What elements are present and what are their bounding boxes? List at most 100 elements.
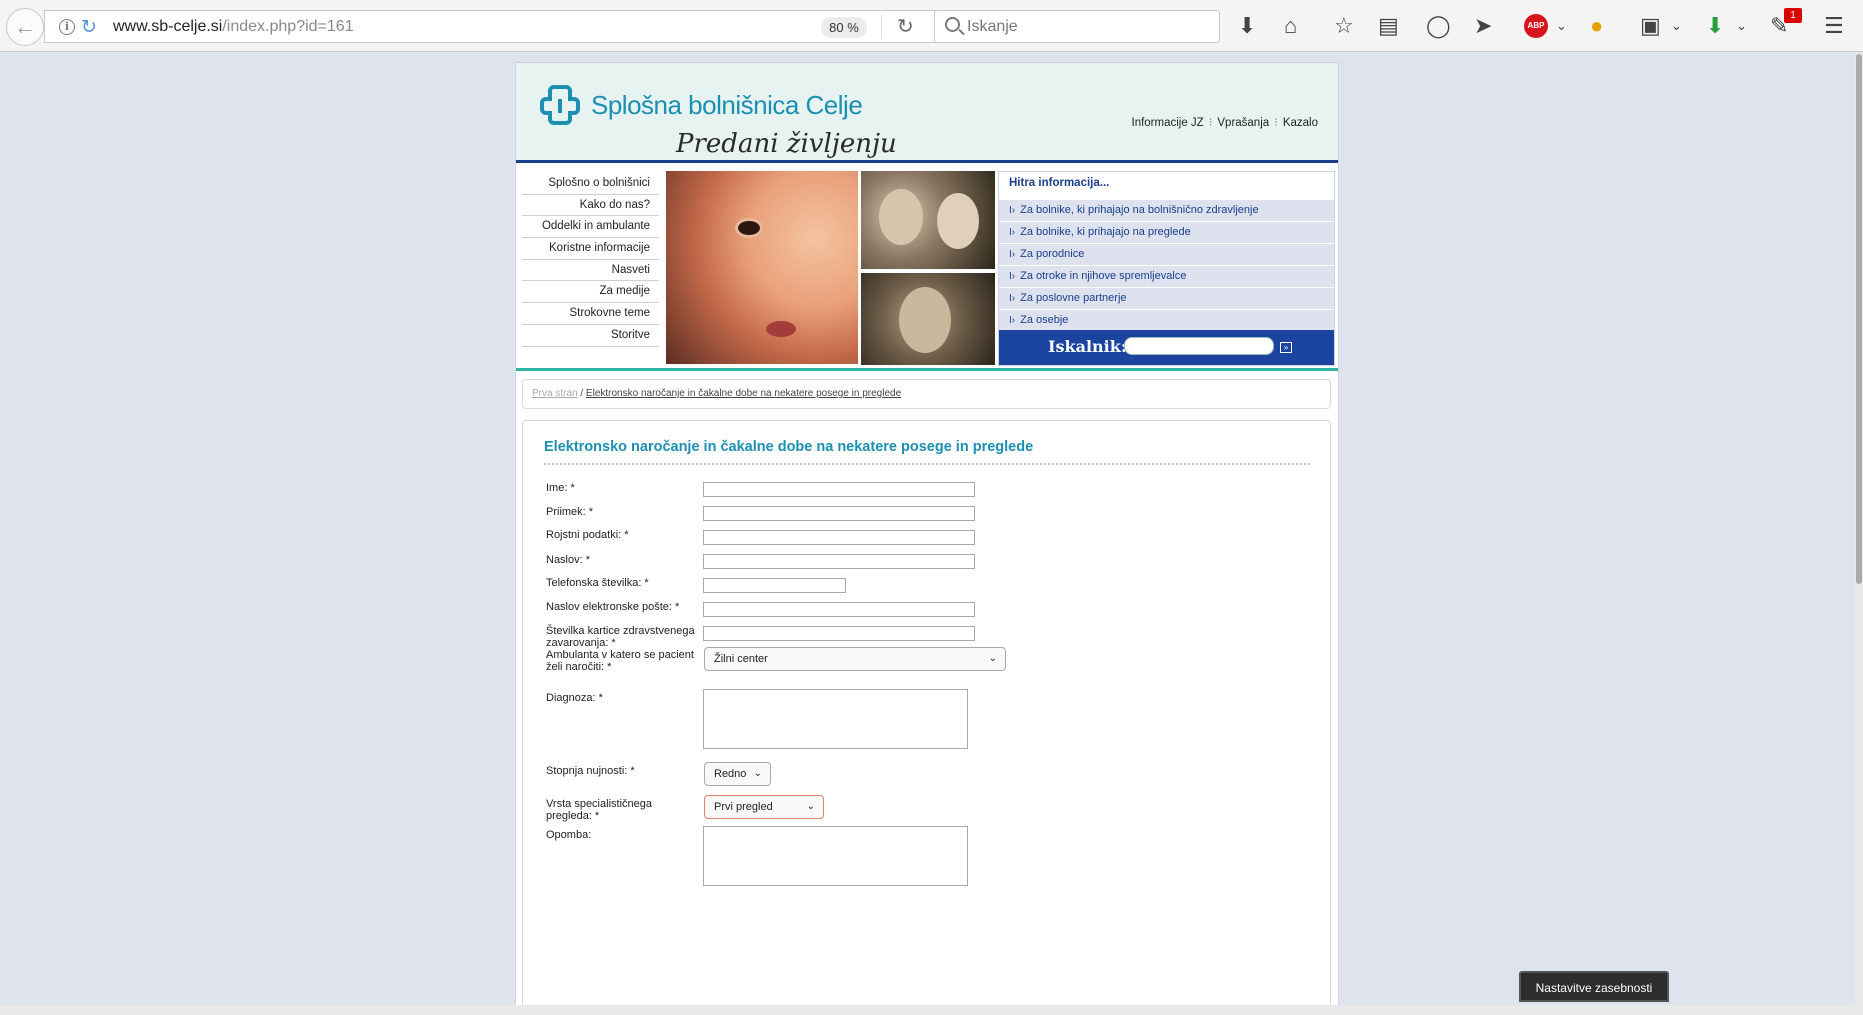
top-nav-separator: ⁝ [1274,117,1278,129]
quick-info-item-label: Za osebje [1020,314,1069,326]
nav-item-departments[interactable]: Oddelki in ambulante [522,216,659,239]
quick-info-item[interactable]: I› Za otroke in njihove spremljevalce [999,265,1334,287]
exam-type-select-value: Prvi pregled [714,801,773,813]
nav-item-professional[interactable]: Strokovne teme [522,303,659,325]
arrow-icon: I› [1009,205,1016,216]
privacy-settings-button[interactable]: Nastavitve zasebnosti [1519,971,1669,1002]
chevron-down-icon: ⌄ [988,653,997,664]
breadcrumb-current[interactable]: Elektronsko naročanje in čakalne dobe na… [586,388,901,399]
chevron-down-icon: ⌄ [753,768,762,779]
address-bar[interactable]: i ↻ www.sb-celje.si/index.php?id=161 80 … [44,10,939,43]
quick-info-title: Hitra informacija... [999,172,1334,199]
nav-item-useful-info[interactable]: Koristne informacije [522,238,659,260]
top-nav-info[interactable]: Informacije JZ [1132,117,1204,129]
extension-icon[interactable]: ● [1590,12,1603,40]
note-textarea[interactable] [703,826,968,886]
last-name-label: Priimek: * [546,506,594,518]
download-manager-dropdown-icon[interactable]: ⌄ [1736,12,1747,40]
quick-info-panel: Hitra informacija... I› Za bolnike, ki pr… [998,171,1335,366]
phone-field[interactable] [703,578,846,593]
top-nav-questions[interactable]: Vprašanja [1217,117,1269,129]
left-navigation: Splošno o bolnišnici Kako do nas? Oddelk… [522,173,659,347]
address-field[interactable] [703,554,975,569]
clinic-select[interactable]: Žilni center ⌄ [704,647,1006,671]
site-header: Splošna bolnišnica Celje Predani življen… [516,63,1338,163]
nav-item-directions[interactable]: Kako do nas? [522,195,659,217]
phone-label: Telefonska številka: * [546,577,649,589]
nav-item-advice[interactable]: Nasveti [522,260,659,282]
page-container: Splošna bolnišnica Celje Predani življen… [515,62,1339,1015]
clinic-select-value: Žilni center [714,653,768,665]
email-field[interactable] [703,602,975,617]
address-label: Naslov: * [546,554,591,566]
home-icon[interactable]: ⌂ [1284,12,1297,40]
menu-icon[interactable]: ☰ [1824,12,1844,40]
last-name-field[interactable] [703,506,975,521]
page-title: Elektronsko naročanje in čakalne dobe na… [544,439,1034,455]
top-nav-index[interactable]: Kazalo [1283,117,1318,129]
download-icon[interactable]: ⬇ [1238,12,1256,40]
quick-info-item[interactable]: I› Za osebje [999,309,1334,331]
top-navigation: Informacije JZ ⁝ Vprašanja ⁝ Kazalo [1132,115,1319,129]
nav-item-services[interactable]: Storitve [522,325,659,347]
urgency-select[interactable]: Redno ⌄ [704,762,771,786]
site-search-input[interactable] [1124,337,1274,355]
reading-list-icon[interactable]: ▤ [1378,12,1399,40]
site-tagline: Predani življenju [676,129,897,159]
quick-info-item-label: Za bolnike, ki prihajajo na preglede [1020,226,1191,238]
birth-data-field[interactable] [703,530,975,545]
abp-dropdown-icon[interactable]: ⌄ [1556,12,1567,40]
photo-detail [899,287,951,353]
reload-icon[interactable]: ↻ [897,14,914,39]
download-manager-icon[interactable]: ⬇ [1706,12,1724,40]
pocket-icon[interactable]: ◯ [1426,12,1451,40]
baby-photo [666,171,858,364]
vertical-scrollbar[interactable] [1855,52,1863,1015]
search-placeholder: Iskanje [967,18,1018,35]
quick-info-item-label: Za poslovne partnerje [1020,292,1127,304]
diagnosis-textarea[interactable] [703,689,968,749]
site-search: Iskalnik: » [999,330,1334,365]
loading-icon: ↻ [81,17,97,38]
couple-photo [861,171,995,269]
quick-info-item-label: Za porodnice [1020,248,1085,260]
adblock-icon[interactable]: ABP [1524,14,1548,38]
site-logo-text[interactable]: Splošna bolnišnica Celje [591,90,863,121]
zoom-indicator[interactable]: 80 % [821,17,867,38]
note-label: Opomba: [546,829,592,841]
send-icon[interactable]: ➤ [1474,12,1492,40]
bottom-bar [0,1005,1863,1015]
insurance-card-field[interactable] [703,626,975,641]
clipboard-icon[interactable]: ▣ [1640,12,1661,40]
site-search-label: Iskalnik: [1048,337,1127,356]
quick-info-item[interactable]: I› Za bolnike, ki prihajajo na bolnišničn… [999,199,1334,221]
search-go-icon[interactable]: » [1280,342,1292,353]
quick-info-item[interactable]: I› Za porodnice [999,243,1334,265]
back-button[interactable]: ← [6,8,44,46]
site-info-icon[interactable]: i [59,19,75,35]
quick-info-item[interactable]: I› Za bolnike, ki prihajajo na preglede [999,221,1334,243]
exam-type-label: Vrsta specialističnega pregleda: * [546,798,652,822]
hospital-logo-icon[interactable] [538,83,582,127]
first-name-field[interactable] [703,482,975,497]
url-separator [881,15,882,39]
birth-data-label: Rojstni podatki: * [546,529,629,541]
bookmark-star-icon[interactable]: ☆ [1334,12,1354,40]
search-bar[interactable]: Iskanje [934,10,1220,43]
breadcrumb-home[interactable]: Prva stran [532,388,578,399]
exam-type-select[interactable]: Prvi pregled ⌄ [704,795,824,819]
diagnosis-label: Diagnoza: * [546,692,603,704]
clipboard-dropdown-icon[interactable]: ⌄ [1671,12,1682,40]
photo-detail [937,193,979,249]
chevron-down-icon: ⌄ [806,801,815,812]
scrollbar-thumb[interactable] [1856,54,1862,584]
photo-detail [766,321,796,337]
nav-item-general[interactable]: Splošno o bolnišnici [522,173,659,195]
arrow-icon: I› [1009,315,1016,326]
quick-info-item[interactable]: I› Za poslovne partnerje [999,287,1334,309]
arrow-icon: I› [1009,227,1016,238]
arrow-icon: I› [1009,249,1016,260]
title-divider [544,463,1310,465]
url-text[interactable]: www.sb-celje.si/index.php?id=161 [113,18,354,36]
nav-item-media[interactable]: Za medije [522,281,659,304]
